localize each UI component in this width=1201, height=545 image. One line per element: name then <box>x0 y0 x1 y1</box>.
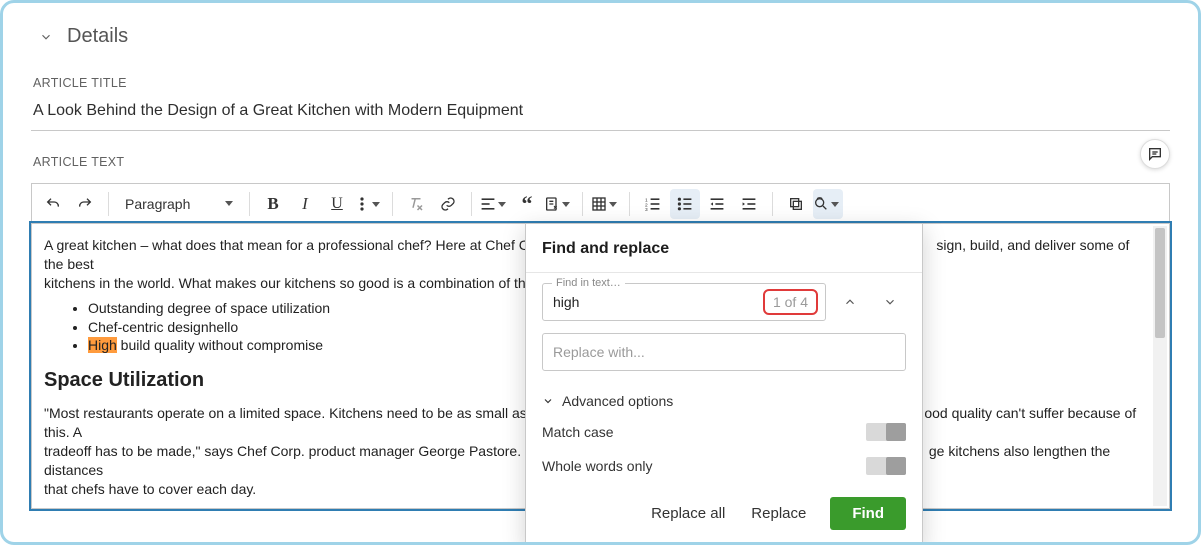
find-replace-panel: Find and replace Find in text… 1 of 4 <box>525 223 923 545</box>
ordered-list-button[interactable]: 123 <box>638 189 668 219</box>
find-result-count: 1 of 4 <box>763 289 818 315</box>
italic-button[interactable]: I <box>290 189 320 219</box>
insert-icon <box>544 196 560 212</box>
find-input-label: Find in text… <box>552 277 625 289</box>
chevron-up-icon <box>843 295 857 309</box>
bold-button[interactable]: B <box>258 189 288 219</box>
advanced-options-label: Advanced options <box>562 393 673 409</box>
details-section-header[interactable]: Details <box>39 25 1170 48</box>
redo-icon <box>77 196 93 212</box>
redo-button[interactable] <box>70 189 100 219</box>
find-prev-button[interactable] <box>834 286 866 318</box>
details-label: Details <box>67 25 128 48</box>
outdent-button[interactable] <box>702 189 732 219</box>
insert-object-button[interactable] <box>544 189 574 219</box>
whole-words-row: Whole words only <box>526 449 922 483</box>
toolbar-separator <box>582 192 583 216</box>
article-title-label: ARTICLE TITLE <box>33 76 1170 90</box>
blockquote-button[interactable]: “ <box>512 189 542 219</box>
more-vertical-icon <box>360 197 364 211</box>
replace-input[interactable] <box>542 333 906 371</box>
chevron-down-icon <box>883 295 897 309</box>
copy-icon <box>788 196 804 212</box>
svg-text:3: 3 <box>645 207 648 211</box>
match-case-toggle[interactable] <box>866 423 906 441</box>
link-button[interactable] <box>433 189 463 219</box>
unordered-list-icon <box>677 197 693 211</box>
find-next-button[interactable] <box>874 286 906 318</box>
find-replace-icon <box>813 196 829 212</box>
text: kitchens in the world. What makes our ki… <box>44 275 533 291</box>
quote-icon: “ <box>522 200 533 208</box>
clear-format-icon <box>407 196 425 212</box>
article-title-input[interactable] <box>31 98 1170 131</box>
vertical-scrollbar[interactable] <box>1153 226 1167 506</box>
replace-all-button[interactable]: Replace all <box>649 501 727 526</box>
toolbar-separator <box>249 192 250 216</box>
ordered-list-icon: 123 <box>645 197 661 211</box>
toolbar-separator <box>392 192 393 216</box>
rich-text-editor: Paragraph B I U “ <box>31 183 1170 509</box>
undo-button[interactable] <box>38 189 68 219</box>
paragraph-style-value: Paragraph <box>125 196 190 212</box>
chevron-down-icon <box>542 395 554 407</box>
match-case-row: Match case <box>526 415 922 449</box>
editor-toolbar: Paragraph B I U “ <box>31 183 1170 223</box>
search-highlight: High <box>88 337 117 353</box>
italic-icon: I <box>302 194 308 214</box>
chevron-down-icon <box>39 30 53 44</box>
text: tradeoff has to be made," says Chef Corp… <box>44 443 547 459</box>
article-text-label: ARTICLE TEXT <box>33 155 124 169</box>
table-icon <box>591 196 607 212</box>
scrollbar-thumb[interactable] <box>1155 228 1165 338</box>
whole-words-toggle[interactable] <box>866 457 906 475</box>
find-replace-button[interactable] <box>813 189 843 219</box>
unordered-list-button[interactable] <box>670 189 700 219</box>
indent-icon <box>741 197 757 211</box>
match-case-label: Match case <box>542 424 614 440</box>
underline-button[interactable]: U <box>322 189 352 219</box>
outdent-icon <box>709 197 725 211</box>
replace-button[interactable]: Replace <box>749 501 808 526</box>
comment-button[interactable] <box>1140 139 1170 169</box>
undo-icon <box>45 196 61 212</box>
comment-icon <box>1147 146 1163 162</box>
advanced-options-toggle[interactable]: Advanced options <box>526 387 922 415</box>
toolbar-separator <box>772 192 773 216</box>
text: A great kitchen – what does that mean fo… <box>44 237 537 253</box>
underline-icon: U <box>331 195 343 213</box>
toolbar-separator <box>471 192 472 216</box>
more-formatting-button[interactable] <box>354 189 384 219</box>
table-button[interactable] <box>591 189 621 219</box>
bold-icon: B <box>267 194 278 214</box>
paragraph-style-select[interactable]: Paragraph <box>117 189 241 219</box>
toolbar-separator <box>629 192 630 216</box>
find-button[interactable]: Find <box>830 497 906 530</box>
find-replace-title: Find and replace <box>526 224 922 273</box>
clear-formatting-button[interactable] <box>401 189 431 219</box>
text: that chefs have to cover each day. <box>44 481 256 497</box>
toolbar-separator <box>108 192 109 216</box>
align-icon <box>480 197 496 211</box>
whole-words-label: Whole words only <box>542 458 653 474</box>
indent-button[interactable] <box>734 189 764 219</box>
align-button[interactable] <box>480 189 510 219</box>
text: "Most restaurants operate on a limited s… <box>44 405 535 421</box>
copy-button[interactable] <box>781 189 811 219</box>
link-icon <box>440 196 456 212</box>
